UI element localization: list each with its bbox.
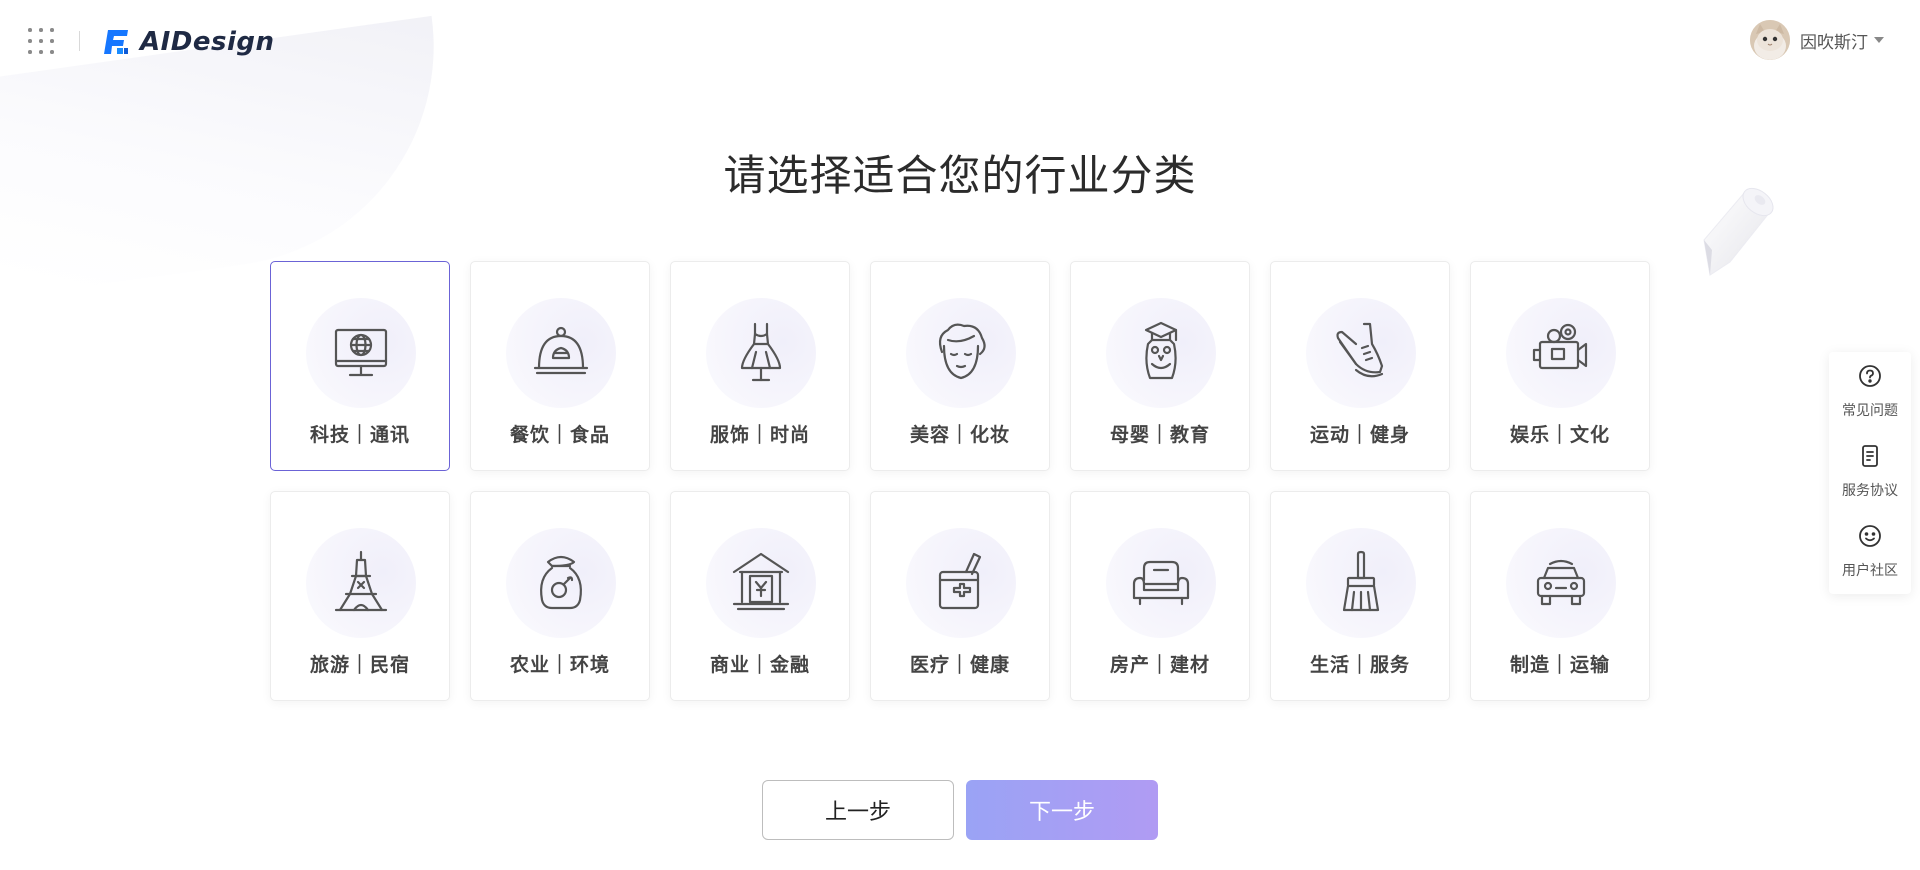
logo[interactable]: AIDesign [100, 26, 275, 58]
icon-background [906, 528, 1016, 638]
user-community-link[interactable]: 用户社区 [1829, 512, 1911, 592]
category-label: 服饰｜时尚 [709, 424, 810, 446]
service-agreement-link[interactable]: 服务协议 [1829, 432, 1911, 512]
icon-background [906, 298, 1016, 408]
category-card-education[interactable]: 母婴｜教育 [1070, 261, 1250, 471]
category-label: 房产｜建材 [1109, 654, 1210, 676]
category-label: 制造｜运输 [1509, 654, 1610, 676]
dress-icon [740, 322, 782, 382]
category-card-lifestyle[interactable]: 生活｜服务 [1270, 491, 1450, 701]
food-cloche-icon [533, 326, 589, 375]
category-card-agriculture[interactable]: 农业｜环境 [470, 491, 650, 701]
smile-icon [1859, 525, 1881, 547]
category-label: 娱乐｜文化 [1509, 424, 1610, 446]
category-label: 农业｜环境 [509, 654, 610, 676]
category-card-entertainment[interactable]: 娱乐｜文化 [1470, 261, 1650, 471]
category-label: 生活｜服务 [1309, 654, 1410, 676]
category-card-travel[interactable]: 旅游｜民宿 [270, 491, 450, 701]
grain-sack-icon [540, 555, 582, 610]
video-camera-icon [1532, 323, 1588, 370]
header-divider [79, 31, 80, 51]
car-icon [1536, 559, 1586, 606]
category-label: 餐饮｜食品 [509, 424, 610, 446]
user-menu[interactable]: 因吹斯汀 [1750, 20, 1884, 60]
icon-background [506, 528, 616, 638]
side-item-label: 常见问题 [1842, 403, 1898, 419]
icon-background [1106, 298, 1216, 408]
category-label: 母婴｜教育 [1109, 424, 1210, 446]
broom-icon [1342, 550, 1380, 612]
category-card-fashion[interactable]: 服饰｜时尚 [670, 261, 850, 471]
apps-grid-icon[interactable] [28, 28, 54, 54]
eiffel-tower-icon [334, 550, 388, 612]
help-side-panel: 常见问题 服务协议 用户社区 [1829, 352, 1911, 594]
category-card-food[interactable]: 餐饮｜食品 [470, 261, 650, 471]
question-circle-icon [1859, 365, 1881, 387]
category-label: 商业｜金融 [709, 654, 810, 676]
category-card-manufacturing[interactable]: 制造｜运输 [1470, 491, 1650, 701]
bank-yuan-icon [732, 552, 790, 611]
icon-background [1506, 298, 1616, 408]
next-step-button[interactable]: 下一步 [966, 780, 1158, 840]
owl-graduate-icon [1144, 321, 1178, 380]
icon-background [1106, 528, 1216, 638]
category-card-finance[interactable]: 商业｜金融 [670, 491, 850, 701]
category-card-medical[interactable]: 医疗｜健康 [870, 491, 1050, 701]
category-label: 医疗｜健康 [909, 654, 1010, 676]
avatar [1750, 20, 1790, 60]
logo-mark-icon [104, 30, 128, 54]
category-label: 运动｜健身 [1309, 424, 1410, 446]
top-bar: AIDesign 因吹斯汀 [0, 0, 1920, 82]
icon-background [506, 298, 616, 408]
face-icon [938, 323, 986, 380]
side-item-label: 用户社区 [1842, 563, 1898, 579]
icon-background [1306, 528, 1416, 638]
category-card-beauty[interactable]: 美容｜化妆 [870, 261, 1050, 471]
category-card-tech[interactable]: 科技｜通讯 [270, 261, 450, 471]
chevron-down-icon [1874, 37, 1884, 43]
faq-link[interactable]: 常见问题 [1829, 352, 1911, 432]
icon-background [1306, 298, 1416, 408]
sneaker-icon [1336, 322, 1384, 378]
user-name: 因吹斯汀 [1800, 32, 1868, 53]
pencil-decoration-icon [1703, 187, 1774, 276]
icon-background [706, 298, 816, 408]
category-card-sports[interactable]: 运动｜健身 [1270, 261, 1450, 471]
monitor-globe-icon [334, 328, 388, 377]
category-label: 旅游｜民宿 [309, 654, 410, 676]
icon-background [706, 528, 816, 638]
category-card-realestate[interactable]: 房产｜建材 [1070, 491, 1250, 701]
sofa-icon [1132, 560, 1190, 606]
icon-background [1506, 528, 1616, 638]
category-label: 科技｜通讯 [309, 424, 410, 446]
page-title: 请选择适合您的行业分类 [723, 151, 1197, 200]
icon-background [306, 298, 416, 408]
prev-step-button[interactable]: 上一步 [762, 780, 954, 840]
brand-name: AIDesign [140, 27, 275, 57]
category-grid: 科技｜通讯 餐饮｜食品 服饰｜时尚 美容｜化妆 母婴｜教育 运动｜健身 娱乐｜文… [270, 261, 1650, 701]
document-icon [1862, 445, 1878, 467]
side-item-label: 服务协议 [1842, 483, 1898, 499]
icon-background [306, 528, 416, 638]
medical-kit-icon [938, 552, 982, 610]
category-label: 美容｜化妆 [909, 424, 1010, 446]
